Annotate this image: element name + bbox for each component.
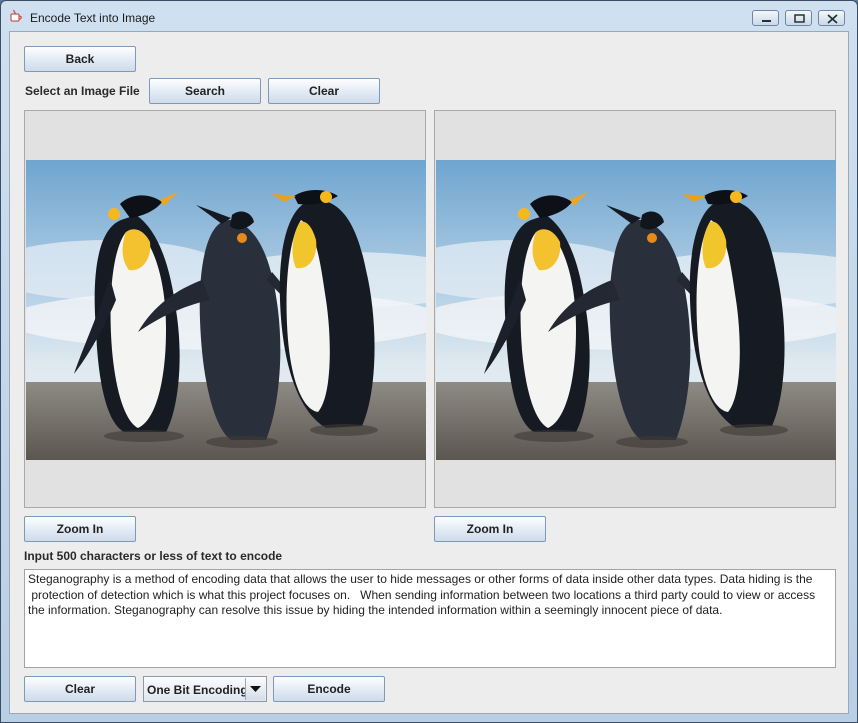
java-cup-icon bbox=[9, 9, 23, 23]
close-icon bbox=[827, 14, 838, 24]
encoding-selected-value: One Bit Encoding bbox=[147, 683, 248, 697]
input-instruction-label: Input 500 characters or less of text to … bbox=[24, 549, 283, 563]
encoding-select[interactable]: One Bit Encoding bbox=[143, 676, 267, 702]
close-button[interactable] bbox=[818, 10, 845, 26]
encoded-image-panel bbox=[434, 110, 836, 508]
dropdown-button[interactable] bbox=[245, 678, 265, 700]
minimize-button[interactable] bbox=[752, 10, 779, 26]
content-pane: Back Select an Image File Search Clear Z… bbox=[9, 31, 849, 714]
chevron-down-icon bbox=[250, 686, 261, 692]
clear-text-button[interactable]: Clear bbox=[24, 676, 136, 702]
search-button[interactable]: Search bbox=[149, 78, 261, 104]
zoom-in-left-button[interactable]: Zoom In bbox=[24, 516, 136, 542]
back-button[interactable]: Back bbox=[24, 46, 136, 72]
maximize-icon bbox=[794, 14, 805, 23]
message-textarea[interactable]: Steganography is a method of encoding da… bbox=[24, 569, 836, 668]
maximize-button[interactable] bbox=[785, 10, 812, 26]
window-title: Encode Text into Image bbox=[30, 11, 156, 25]
original-image-panel bbox=[24, 110, 426, 508]
title-bar[interactable]: Encode Text into Image bbox=[1, 1, 857, 31]
clear-image-button[interactable]: Clear bbox=[268, 78, 380, 104]
penguins-image-original bbox=[26, 160, 426, 460]
penguins-image-encoded bbox=[436, 160, 836, 460]
encode-button[interactable]: Encode bbox=[273, 676, 385, 702]
zoom-in-right-button[interactable]: Zoom In bbox=[434, 516, 546, 542]
app-window: Encode Text into Image Back Select an Im… bbox=[0, 0, 858, 723]
select-image-label: Select an Image File bbox=[25, 84, 140, 98]
minimize-icon bbox=[762, 20, 771, 22]
